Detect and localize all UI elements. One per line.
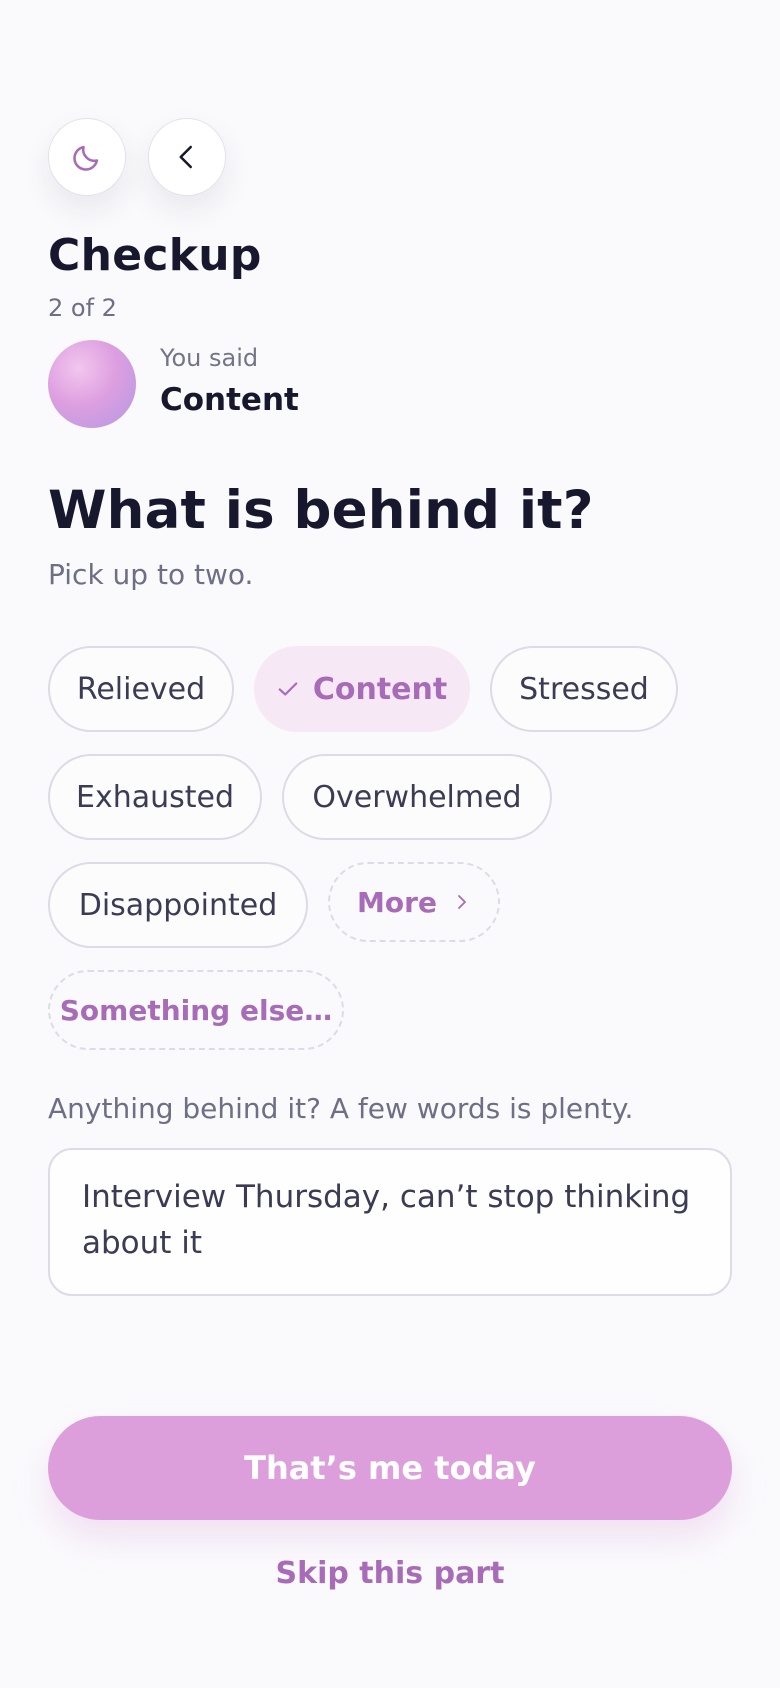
check-icon (278, 682, 298, 696)
chip-label: Content (312, 671, 448, 707)
more-chip-button[interactable]: More (328, 862, 500, 942)
question-title: What is behind it? (48, 480, 594, 541)
chip-label: Stressed (519, 671, 649, 707)
moon-icon (73, 145, 99, 171)
confirm-button-label: That’s me today (244, 1449, 536, 1487)
question-hint: Pick up to two. (48, 558, 254, 591)
confirm-button[interactable]: That’s me today (48, 1416, 732, 1520)
previous-answer-label: You said (160, 344, 259, 372)
chip-relieved[interactable]: Relieved (48, 646, 234, 732)
something-else-chip-button[interactable]: Something else… (48, 970, 344, 1050)
theme-toggle-button[interactable] (48, 118, 126, 196)
chip-label: Relieved (76, 671, 206, 707)
chip-disappointed[interactable]: Disappointed (48, 862, 308, 948)
something-else-label: Something else… (59, 993, 333, 1027)
chevron-left-icon (179, 145, 192, 169)
chip-stressed[interactable]: Stressed (490, 646, 678, 732)
more-chip-label: More (357, 885, 437, 919)
chip-content[interactable]: Content (254, 646, 470, 732)
page-title: Checkup (48, 230, 262, 281)
chip-label: Overwhelmed (312, 779, 522, 815)
chip-overwhelmed[interactable]: Overwhelmed (282, 754, 552, 840)
previous-answer-value: Content (160, 382, 299, 418)
chip-label: Exhausted (75, 779, 234, 815)
back-button[interactable] (148, 118, 226, 196)
mood-orb (48, 340, 136, 428)
note-input[interactable]: Interview Thursday, can’t stop thinking … (48, 1148, 732, 1296)
note-label: Anything behind it? A few words is plent… (48, 1092, 634, 1125)
chip-label: Disappointed (78, 887, 278, 923)
chevron-right-icon (458, 895, 466, 909)
step-counter: 2 of 2 (48, 294, 117, 322)
skip-link[interactable]: Skip this part (0, 1556, 780, 1591)
chip-exhausted[interactable]: Exhausted (48, 754, 262, 840)
